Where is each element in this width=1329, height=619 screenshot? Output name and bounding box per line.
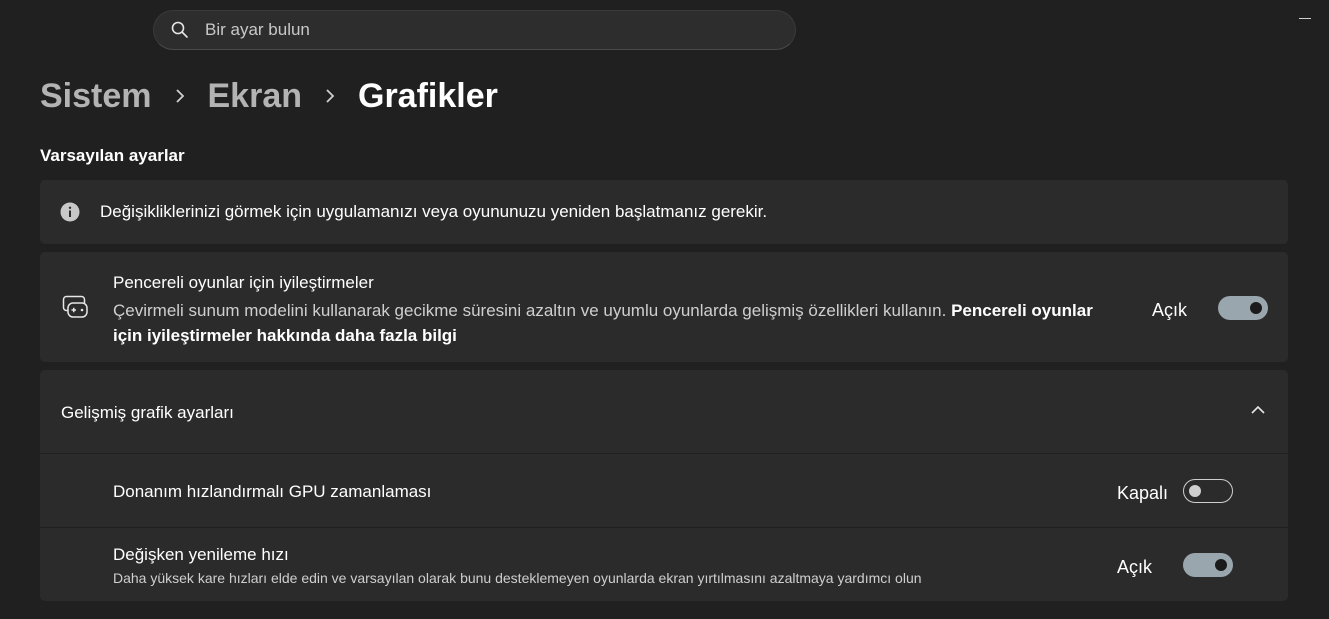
search-box[interactable]	[153, 10, 796, 50]
chevron-up-icon[interactable]	[1250, 405, 1266, 415]
info-text: Değişikliklerinizi görmek için uygulaman…	[100, 202, 768, 221]
gamepad-icon	[62, 295, 88, 318]
variable-refresh-toggle[interactable]	[1183, 553, 1233, 577]
chevron-right-icon	[326, 89, 335, 103]
variable-refresh-description: Daha yüksek kare hızları elde edin ve va…	[113, 570, 922, 586]
variable-refresh-state: Açık	[1117, 557, 1153, 577]
minimize-button[interactable]	[1299, 18, 1311, 19]
toggle-knob	[1189, 485, 1201, 497]
breadcrumb: Sistem Ekran Grafikler	[40, 74, 498, 118]
advanced-graphics-header[interactable]: Gelişmiş grafik ayarları	[40, 370, 1288, 453]
windowed-games-description-text: Çevirmeli sunum modelini kullanarak geci…	[113, 301, 947, 320]
windowed-games-description: Çevirmeli sunum modelini kullanarak geci…	[113, 298, 1123, 348]
info-banner: Değişikliklerinizi görmek için uygulaman…	[40, 180, 1288, 244]
gpu-scheduling-state: Kapalı	[1117, 483, 1169, 503]
windowed-games-setting: Pencereli oyunlar için iyileştirmeler Çe…	[40, 252, 1288, 362]
section-title: Varsayılan ayarlar	[40, 146, 185, 165]
gpu-scheduling-title: Donanım hızlandırmalı GPU zamanlaması	[113, 482, 432, 501]
search-input[interactable]	[205, 20, 765, 40]
windowed-games-title: Pencereli oyunlar için iyileştirmeler	[113, 273, 374, 292]
advanced-graphics-title: Gelişmiş grafik ayarları	[61, 403, 234, 422]
advanced-graphics-section: Gelişmiş grafik ayarları Donanım hızland…	[40, 370, 1288, 601]
gpu-scheduling-toggle[interactable]	[1183, 479, 1233, 503]
toggle-knob	[1250, 302, 1262, 314]
search-icon	[171, 21, 188, 38]
breadcrumb-ekran[interactable]: Ekran	[208, 77, 303, 116]
windowed-games-state: Açık	[1152, 300, 1188, 320]
chevron-right-icon	[175, 89, 184, 103]
gpu-scheduling-row: Donanım hızlandırmalı GPU zamanlaması Ka…	[40, 453, 1288, 527]
breadcrumb-sistem[interactable]: Sistem	[40, 77, 152, 116]
toggle-knob	[1215, 559, 1227, 571]
variable-refresh-row: Değişken yenileme hızı Daha yüksek kare …	[40, 527, 1288, 601]
windowed-games-toggle[interactable]	[1218, 296, 1268, 320]
page-title: Grafikler	[358, 76, 498, 115]
variable-refresh-title: Değişken yenileme hızı	[113, 545, 289, 564]
info-icon	[60, 202, 80, 222]
